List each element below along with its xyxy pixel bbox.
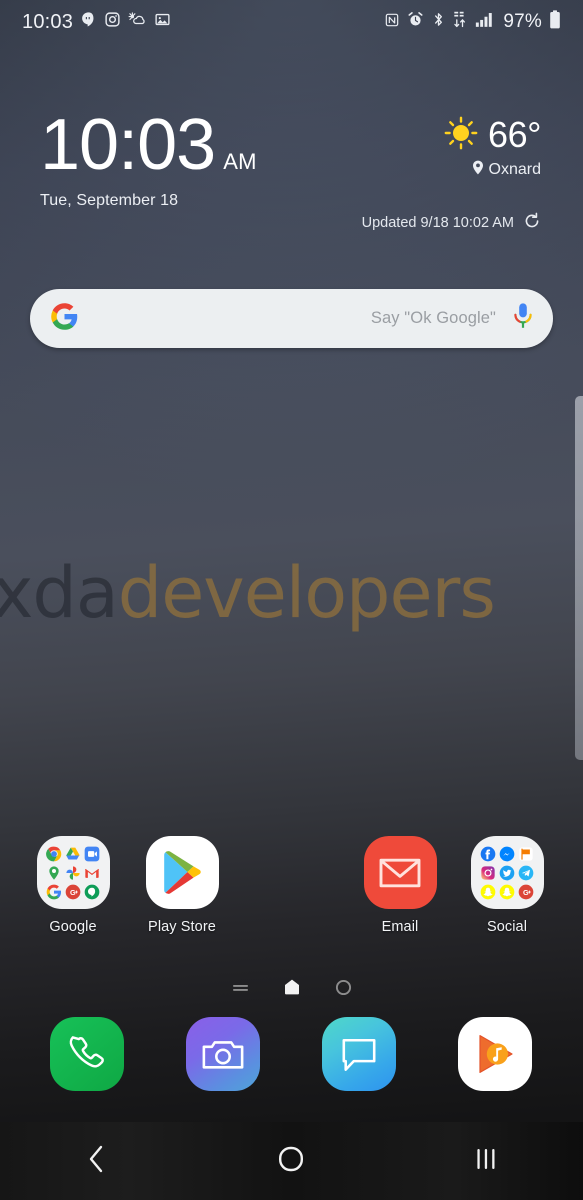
- microphone-icon[interactable]: [512, 302, 534, 335]
- app-label: Play Store: [148, 919, 216, 935]
- phone-icon: [50, 1017, 124, 1091]
- page-dot-circle[interactable]: [335, 979, 352, 1001]
- app-label: Social: [486, 919, 528, 935]
- flag-icon: [518, 845, 535, 862]
- folder-preview-grid: G: [470, 836, 544, 909]
- weather-location-row: Oxnard: [444, 160, 541, 180]
- app-email[interactable]: Email: [345, 836, 455, 935]
- google-search-bar[interactable]: Say "Ok Google": [30, 289, 553, 348]
- page-dot-home[interactable]: [283, 978, 301, 1001]
- google-plus-social-icon: G: [518, 883, 535, 900]
- signal-bars-icon: [475, 11, 494, 33]
- page-dot-list[interactable]: [232, 980, 249, 1000]
- duo-icon: [84, 845, 101, 862]
- home-icon: [277, 1144, 305, 1179]
- status-bar-clock: 10:03: [22, 10, 74, 33]
- snapchat-icon: [480, 883, 497, 900]
- facebook-icon: [480, 845, 497, 862]
- status-bar-left: 10:03: [22, 11, 171, 34]
- status-bar-right: 97%: [384, 10, 561, 34]
- alarm-icon: [407, 11, 424, 33]
- battery-percentage: 97%: [503, 11, 542, 32]
- search-input-hint[interactable]: Say "Ok Google": [371, 309, 512, 328]
- weather-updated-text: Updated 9/18 10:02 AM: [361, 215, 514, 231]
- weather-temp-row: 66°: [444, 114, 541, 156]
- widget-date: Tue, September 18: [40, 192, 179, 210]
- status-bar[interactable]: 10:03 97%: [0, 0, 583, 44]
- google-plus-icon: G: [65, 883, 82, 900]
- weather-location: Oxnard: [488, 161, 541, 178]
- social-folder-icon[interactable]: G: [470, 836, 544, 909]
- email-icon[interactable]: [363, 836, 437, 909]
- twitter-icon: [499, 864, 516, 881]
- folder-preview-grid: G: [36, 836, 110, 909]
- messages-icon: [322, 1017, 396, 1091]
- dock-play-music-app[interactable]: [458, 1017, 532, 1091]
- clock-time-row: 10:03 AM: [40, 105, 257, 185]
- battery-icon: [549, 10, 561, 34]
- watermark-developers: developers: [117, 552, 496, 634]
- weather-widget[interactable]: 66° Oxnard: [444, 114, 541, 180]
- bluetooth-icon: [431, 11, 446, 33]
- app-label: Email: [381, 919, 419, 935]
- play-store-icon[interactable]: [145, 836, 219, 909]
- svg-text:G: G: [523, 887, 529, 896]
- dock: [0, 1017, 583, 1097]
- hangouts-icon: [80, 11, 97, 33]
- messenger-icon: [499, 845, 516, 862]
- back-button[interactable]: [0, 1122, 194, 1200]
- snapchat-icon-2: [499, 883, 516, 900]
- page-indicator[interactable]: [0, 978, 583, 1001]
- weather-temperature: 66°: [488, 114, 541, 155]
- maps-icon: [46, 864, 63, 881]
- play-music-icon: [458, 1017, 532, 1091]
- clock-weather-widget[interactable]: 10:03 AM Tue, September 18 66° Oxnard Up…: [0, 105, 583, 242]
- recents-icon: [474, 1145, 498, 1178]
- svg-text:G: G: [70, 887, 76, 896]
- location-pin-icon: [472, 160, 484, 180]
- google-icon: [46, 883, 63, 900]
- google-g-icon: [50, 302, 79, 336]
- dock-messages-app[interactable]: [322, 1017, 396, 1091]
- app-label: Google: [49, 919, 97, 935]
- home-screen: 10:03 97% 10:03 AM Tue, September 18 66°…: [0, 0, 583, 1200]
- edge-panel-handle[interactable]: [575, 396, 583, 760]
- app-social-folder[interactable]: G Social: [452, 836, 562, 935]
- app-play-store[interactable]: Play Store: [127, 836, 237, 935]
- clock-widget[interactable]: 10:03 AM Tue, September 18: [40, 105, 257, 210]
- weather-notification-icon: [128, 11, 147, 33]
- nfc-icon: [384, 12, 400, 33]
- drive-icon: [65, 845, 82, 862]
- app-google-folder[interactable]: G Google: [18, 836, 128, 935]
- app-grid: G Google Play Store Email G Social: [0, 836, 583, 946]
- home-button[interactable]: [194, 1122, 388, 1200]
- hangouts-folder-icon: [84, 883, 101, 900]
- gmail-icon: [84, 864, 101, 881]
- sunny-icon: [444, 116, 478, 155]
- telegram-icon: [518, 864, 535, 881]
- photos-icon: [65, 864, 82, 881]
- weather-updated-row[interactable]: Updated 9/18 10:02 AM: [362, 212, 541, 234]
- xda-developers-watermark: xdadevelopers: [0, 558, 583, 628]
- back-icon: [84, 1144, 110, 1179]
- chrome-icon: [46, 845, 63, 862]
- gallery-icon: [154, 11, 171, 33]
- refresh-icon[interactable]: [523, 212, 541, 234]
- data-transfer-icon: [453, 11, 468, 33]
- instagram-folder-icon: [480, 864, 497, 881]
- instagram-icon: [104, 11, 121, 33]
- recents-button[interactable]: [389, 1122, 583, 1200]
- google-folder-icon[interactable]: G: [36, 836, 110, 909]
- camera-icon: [186, 1017, 260, 1091]
- widget-time: 10:03: [40, 105, 216, 185]
- widget-ampm: AM: [223, 149, 257, 174]
- dock-phone-app[interactable]: [50, 1017, 124, 1091]
- watermark-xda: xda: [0, 552, 119, 634]
- dock-camera-app[interactable]: [186, 1017, 260, 1091]
- navigation-bar[interactable]: [0, 1122, 583, 1200]
